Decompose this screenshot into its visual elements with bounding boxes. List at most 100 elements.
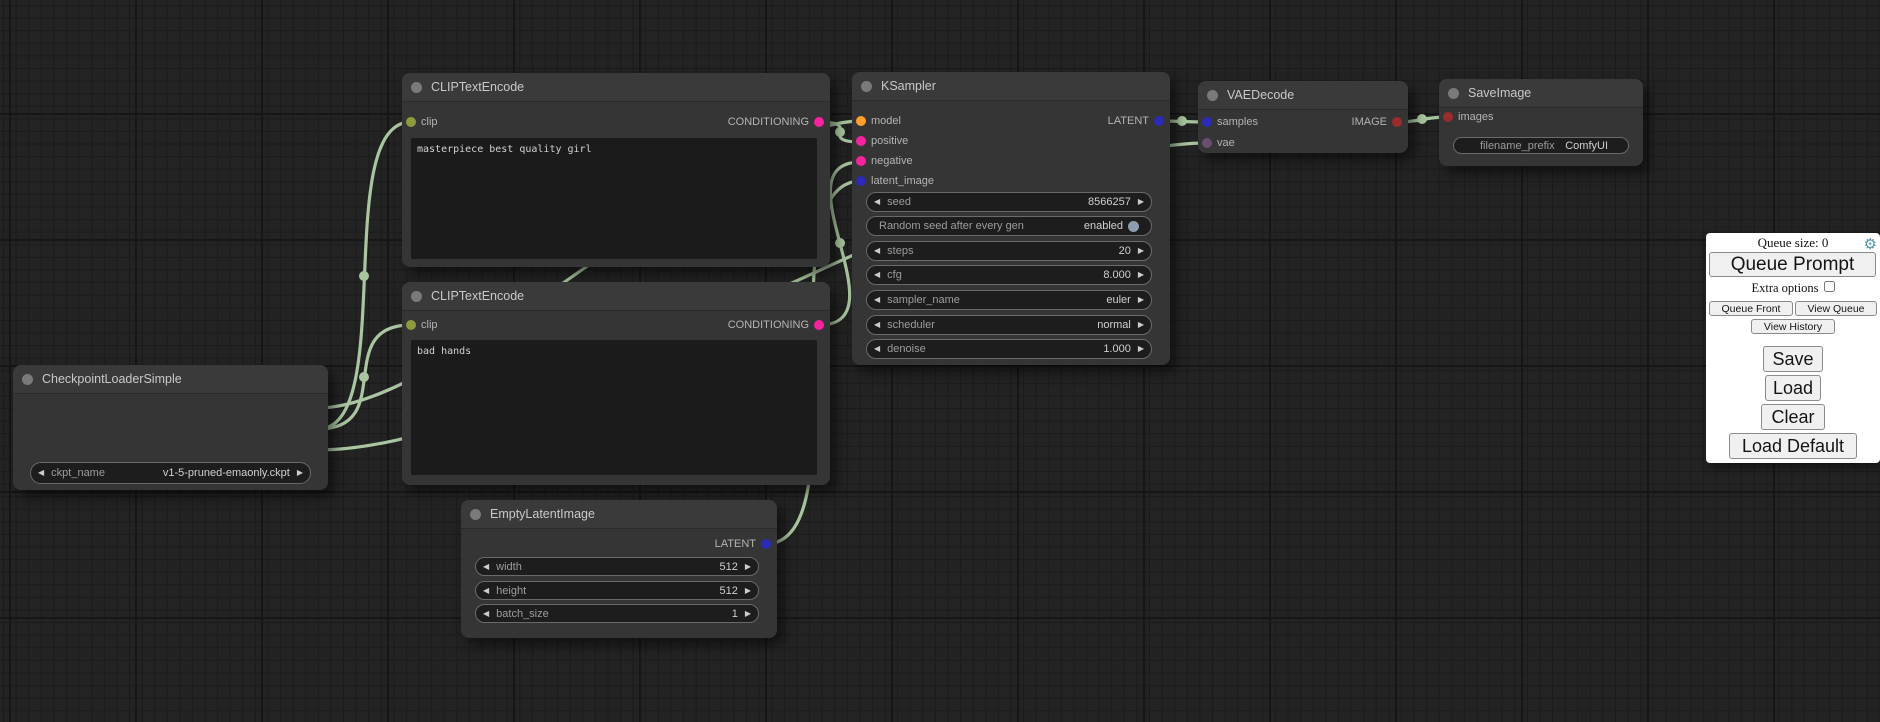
node-vae-decode[interactable]: VAEDecode samples vae IMAGE bbox=[1198, 81, 1408, 153]
collapse-dot-icon[interactable] bbox=[411, 291, 422, 302]
port-label: clip bbox=[421, 319, 438, 331]
node-title-bar[interactable]: KSampler bbox=[852, 72, 1170, 101]
decrement-arrow-icon[interactable] bbox=[476, 563, 496, 571]
collapse-dot-icon[interactable] bbox=[470, 509, 481, 520]
collapse-dot-icon[interactable] bbox=[22, 374, 33, 385]
load-default-button[interactable]: Load Default bbox=[1729, 433, 1857, 459]
decrement-arrow-icon[interactable] bbox=[867, 247, 887, 255]
vae-port-icon[interactable] bbox=[1202, 138, 1212, 148]
model-port-icon[interactable] bbox=[856, 116, 866, 126]
collapse-dot-icon[interactable] bbox=[861, 81, 872, 92]
increment-arrow-icon[interactable] bbox=[290, 469, 310, 477]
queue-prompt-button[interactable]: Queue Prompt bbox=[1709, 252, 1876, 277]
extra-options-row: Extra options bbox=[1706, 281, 1880, 296]
output-latent: LATENT bbox=[715, 537, 777, 551]
filename-prefix-widget[interactable]: filename_prefix ComfyUI bbox=[1453, 137, 1629, 154]
clip-port-icon[interactable] bbox=[406, 320, 416, 330]
decrement-arrow-icon[interactable] bbox=[867, 271, 887, 279]
node-clip-text-encode-positive[interactable]: CLIPTextEncode clip CONDITIONING masterp… bbox=[402, 73, 830, 267]
decrement-arrow-icon[interactable] bbox=[476, 587, 496, 595]
prompt-textarea[interactable]: bad hands bbox=[411, 340, 817, 475]
decrement-arrow-icon[interactable] bbox=[867, 321, 887, 329]
image-port-icon[interactable] bbox=[1392, 117, 1402, 127]
node-empty-latent-image[interactable]: EmptyLatentImage LATENT width 512 height… bbox=[461, 500, 777, 638]
node-save-image[interactable]: SaveImage images filename_prefix ComfyUI bbox=[1439, 79, 1643, 166]
increment-arrow-icon[interactable] bbox=[738, 587, 758, 595]
node-title-bar[interactable]: CheckpointLoaderSimple bbox=[13, 365, 328, 394]
decrement-arrow-icon[interactable] bbox=[867, 198, 887, 206]
random-seed-toggle-widget[interactable]: Random seed after every gen enabled bbox=[866, 216, 1152, 236]
cfg-widget[interactable]: cfg 8.000 bbox=[866, 265, 1152, 285]
save-button[interactable]: Save bbox=[1763, 346, 1823, 372]
latent-port-icon[interactable] bbox=[1154, 116, 1164, 126]
decrement-arrow-icon[interactable] bbox=[476, 610, 496, 618]
settings-gear-icon[interactable]: ⚙ bbox=[1864, 235, 1877, 253]
queue-size-value: 0 bbox=[1822, 235, 1829, 250]
widget-value: normal bbox=[935, 319, 1131, 331]
scheduler-widget[interactable]: scheduler normal bbox=[866, 315, 1152, 335]
node-title: EmptyLatentImage bbox=[490, 507, 595, 521]
increment-arrow-icon[interactable] bbox=[1131, 296, 1151, 304]
node-clip-text-encode-negative[interactable]: CLIPTextEncode clip CONDITIONING bad han… bbox=[402, 282, 830, 485]
collapse-dot-icon[interactable] bbox=[1448, 88, 1459, 99]
decrement-arrow-icon[interactable] bbox=[867, 296, 887, 304]
clear-button[interactable]: Clear bbox=[1761, 404, 1825, 430]
collapse-dot-icon[interactable] bbox=[411, 82, 422, 93]
node-title-bar[interactable]: SaveImage bbox=[1439, 79, 1643, 108]
graph-canvas[interactable]: CheckpointLoaderSimple MODEL CLIP VAE ck… bbox=[0, 0, 1880, 722]
node-title: KSampler bbox=[881, 79, 936, 93]
latent-port-icon[interactable] bbox=[856, 176, 866, 186]
latent-port-icon[interactable] bbox=[761, 539, 771, 549]
load-button[interactable]: Load bbox=[1765, 375, 1821, 401]
ckpt-name-widget[interactable]: ckpt_name v1-5-pruned-emaonly.ckpt bbox=[30, 462, 311, 484]
conditioning-port-icon[interactable] bbox=[814, 117, 824, 127]
decrement-arrow-icon[interactable] bbox=[31, 469, 51, 477]
increment-arrow-icon[interactable] bbox=[1131, 345, 1151, 353]
node-title-bar[interactable]: CLIPTextEncode bbox=[402, 282, 830, 311]
widget-label: sampler_name bbox=[887, 294, 960, 306]
height-widget[interactable]: height 512 bbox=[475, 581, 759, 600]
view-queue-button[interactable]: View Queue bbox=[1795, 301, 1877, 316]
batch-size-widget[interactable]: batch_size 1 bbox=[475, 604, 759, 623]
port-label: vae bbox=[1217, 137, 1235, 149]
widget-label: scheduler bbox=[887, 319, 935, 331]
extra-options-checkbox[interactable] bbox=[1824, 281, 1835, 292]
conditioning-port-icon[interactable] bbox=[856, 156, 866, 166]
increment-arrow-icon[interactable] bbox=[1131, 198, 1151, 206]
link-midpoint-dot bbox=[1177, 116, 1187, 126]
conditioning-port-icon[interactable] bbox=[856, 136, 866, 146]
node-checkpoint-loader-simple[interactable]: CheckpointLoaderSimple MODEL CLIP VAE ck… bbox=[13, 365, 328, 490]
port-label: samples bbox=[1217, 116, 1258, 128]
port-label: negative bbox=[871, 155, 913, 167]
increment-arrow-icon[interactable] bbox=[738, 563, 758, 571]
denoise-widget[interactable]: denoise 1.000 bbox=[866, 339, 1152, 359]
widget-label: filename_prefix bbox=[1480, 140, 1555, 152]
conditioning-port-icon[interactable] bbox=[814, 320, 824, 330]
width-widget[interactable]: width 512 bbox=[475, 557, 759, 576]
input-vae: vae bbox=[1198, 136, 1235, 150]
increment-arrow-icon[interactable] bbox=[1131, 271, 1151, 279]
extra-options-label: Extra options bbox=[1751, 281, 1818, 295]
link-midpoint-dot bbox=[359, 372, 369, 382]
seed-widget[interactable]: seed 8566257 bbox=[866, 192, 1152, 212]
latent-port-icon[interactable] bbox=[1202, 117, 1212, 127]
increment-arrow-icon[interactable] bbox=[738, 610, 758, 618]
node-ksampler[interactable]: KSampler model positive negative latent_… bbox=[852, 72, 1170, 365]
collapse-dot-icon[interactable] bbox=[1207, 90, 1218, 101]
decrement-arrow-icon[interactable] bbox=[867, 345, 887, 353]
queue-front-button[interactable]: Queue Front bbox=[1709, 301, 1793, 316]
widget-value: 512 bbox=[526, 585, 738, 597]
image-port-icon[interactable] bbox=[1443, 112, 1453, 122]
increment-arrow-icon[interactable] bbox=[1131, 321, 1151, 329]
prompt-textarea[interactable]: masterpiece best quality girl bbox=[411, 138, 817, 259]
node-title-bar[interactable]: EmptyLatentImage bbox=[461, 500, 777, 529]
view-history-button[interactable]: View History bbox=[1751, 319, 1835, 334]
node-title-bar[interactable]: VAEDecode bbox=[1198, 81, 1408, 110]
increment-arrow-icon[interactable] bbox=[1131, 247, 1151, 255]
steps-widget[interactable]: steps 20 bbox=[866, 241, 1152, 261]
clip-port-icon[interactable] bbox=[406, 117, 416, 127]
node-title-bar[interactable]: CLIPTextEncode bbox=[402, 73, 830, 102]
toggle-on-icon[interactable] bbox=[1128, 221, 1139, 232]
sampler-name-widget[interactable]: sampler_name euler bbox=[866, 290, 1152, 310]
input-samples: samples bbox=[1198, 115, 1258, 129]
